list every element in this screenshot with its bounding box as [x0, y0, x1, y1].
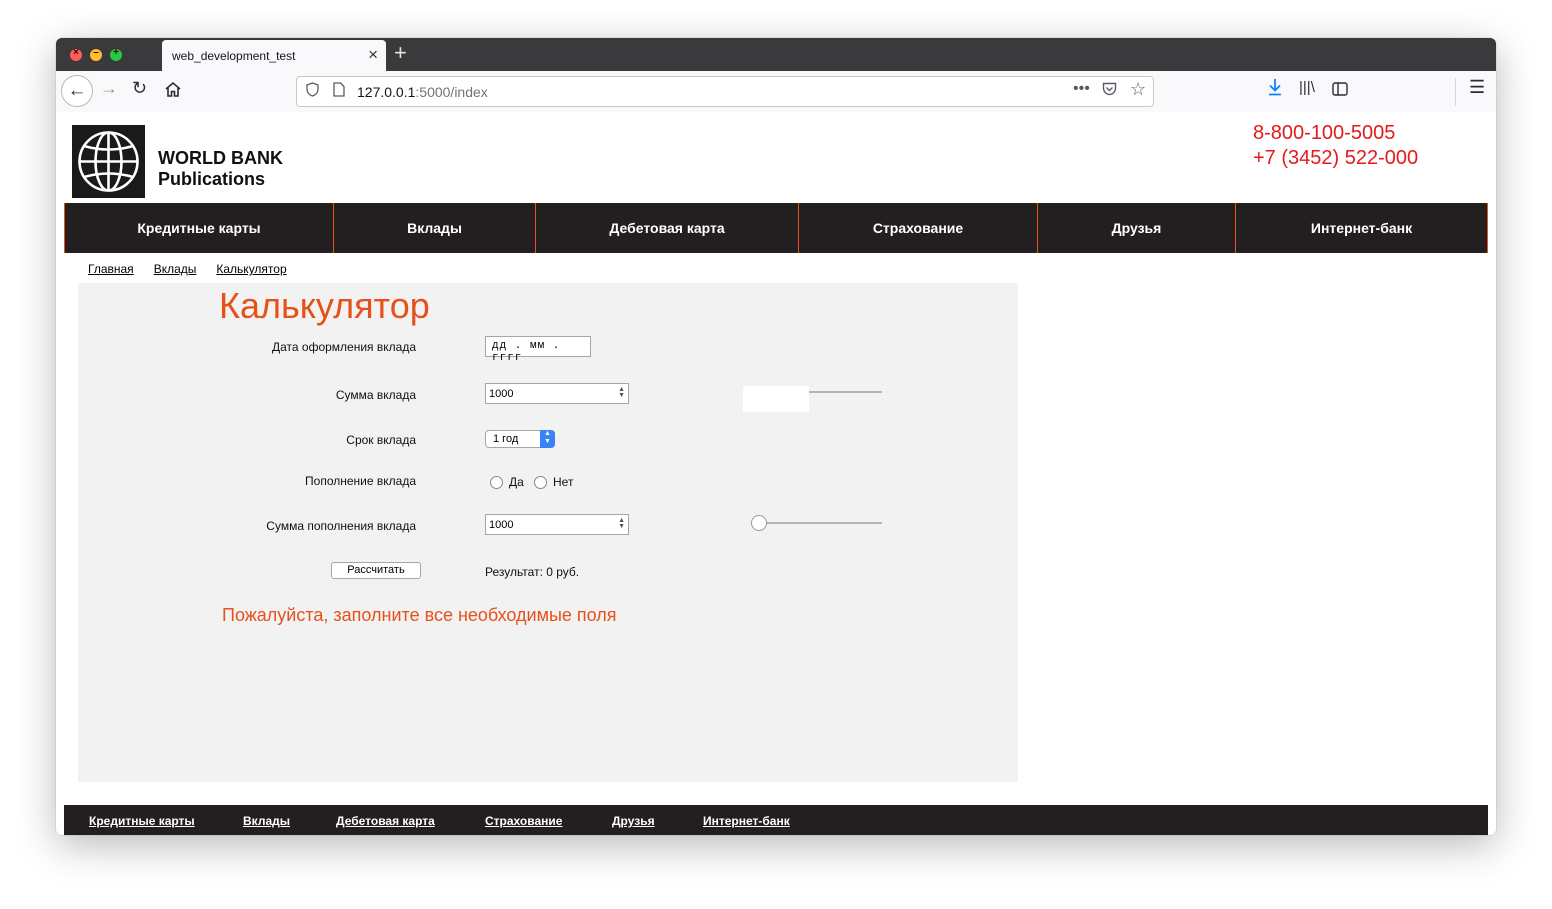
topup-amount-stepper-icon[interactable]: ▲ ▼: [618, 517, 625, 530]
date-label: Дата оформления вклада: [272, 340, 416, 354]
toolbar-divider: [1455, 78, 1456, 106]
footer-link-internet-bank[interactable]: Интернет-банк: [703, 814, 790, 828]
menu-icon[interactable]: ☰: [1469, 77, 1485, 98]
new-tab-icon[interactable]: +: [394, 40, 407, 66]
amount-stepper-icon[interactable]: ▲ ▼: [618, 386, 625, 399]
menu-item-debit-card[interactable]: Дебетовая карта: [535, 203, 798, 253]
breadcrumb-home[interactable]: Главная: [88, 262, 134, 276]
footer-link-debit-card[interactable]: Дебетовая карта: [336, 814, 435, 828]
browser-tab[interactable]: web_development_test ×: [162, 40, 386, 71]
library-icon[interactable]: |||\: [1299, 79, 1315, 96]
calculator-title: Калькулятор: [219, 285, 430, 326]
footer-link-credit-cards[interactable]: Кредитные карты: [89, 814, 195, 828]
url-host: 127.0.0.1: [357, 84, 416, 100]
menu-item-insurance[interactable]: Страхование: [798, 203, 1037, 253]
window-controls: × – +: [70, 47, 122, 61]
url-path: :5000/index: [415, 84, 488, 100]
amount-value: 1000: [489, 388, 514, 400]
term-value: 1 год: [493, 433, 519, 445]
tab-bar: × – + web_development_test × +: [56, 38, 1496, 71]
validation-warning: Пожалуйста, заполните все необходимые по…: [222, 605, 617, 625]
term-label: Срок вклада: [346, 433, 416, 447]
term-select[interactable]: 1 год ▲ ▼: [485, 430, 555, 448]
maximize-window-button[interactable]: +: [110, 47, 122, 61]
calculator-panel: Калькулятор Дата оформления вклада дд . …: [78, 283, 1018, 782]
result-text: Результат: 0 руб.: [485, 565, 580, 579]
page-icon: [333, 82, 345, 100]
footer-link-deposits[interactable]: Вклады: [243, 814, 290, 828]
world-bank-logo[interactable]: [72, 125, 145, 198]
phone-number-primary[interactable]: 8-800-100-5005: [1253, 122, 1395, 145]
download-icon[interactable]: [1267, 77, 1283, 102]
home-icon[interactable]: [164, 81, 182, 103]
breadcrumb-calculator[interactable]: Калькулятор: [216, 262, 286, 276]
footer-link-friends[interactable]: Друзья: [612, 814, 655, 828]
breadcrumb: Главная Вклады Калькулятор: [88, 262, 307, 276]
topup-no-radio[interactable]: [534, 476, 547, 489]
topup-yes-radio[interactable]: [490, 476, 503, 489]
tab-close-icon[interactable]: ×: [368, 45, 378, 65]
date-input[interactable]: дд . мм . гггг: [485, 336, 591, 364]
menu-item-internet-bank[interactable]: Интернет-банк: [1235, 203, 1488, 253]
browser-window: × – + web_development_test × + ← → ↻ 127…: [56, 38, 1496, 835]
topup-slider-track[interactable]: [751, 522, 882, 524]
topup-amount-label: Сумма пополнения вклада: [266, 519, 416, 533]
topup-yes-label[interactable]: Да: [509, 475, 524, 489]
tab-title: web_development_test: [172, 49, 296, 63]
bookmark-star-icon[interactable]: ☆: [1130, 79, 1146, 100]
brand-name: WORLD BANK: [158, 148, 283, 168]
main-menu: Кредитные карты Вклады Дебетовая карта С…: [64, 203, 1488, 253]
amount-label: Сумма вклада: [335, 388, 416, 402]
web-page: WORLD BANK Publications 8-800-100-5005 +…: [56, 112, 1496, 835]
breadcrumb-deposits[interactable]: Вклады: [154, 262, 197, 276]
menu-item-deposits[interactable]: Вклады: [333, 203, 535, 253]
menu-item-friends[interactable]: Друзья: [1037, 203, 1235, 253]
select-chevron-icon: ▲ ▼: [540, 430, 555, 448]
reload-icon[interactable]: ↻: [132, 78, 147, 99]
menu-item-credit-cards[interactable]: Кредитные карты: [64, 203, 333, 253]
topup-amount-input[interactable]: 1000 ▲ ▼: [485, 514, 629, 535]
back-icon[interactable]: ←: [61, 75, 93, 107]
footer-link-insurance[interactable]: Страхование: [485, 814, 562, 828]
minimize-window-button[interactable]: –: [90, 47, 102, 61]
more-icon[interactable]: •••: [1073, 80, 1090, 98]
shield-icon[interactable]: [306, 82, 319, 100]
url-text[interactable]: 127.0.0.1:5000/index: [357, 84, 488, 100]
pocket-icon[interactable]: [1102, 82, 1117, 99]
topup-no-label[interactable]: Нет: [553, 475, 573, 489]
forward-icon[interactable]: →: [100, 78, 118, 99]
close-window-button[interactable]: ×: [70, 47, 82, 61]
calculate-button[interactable]: Рассчитать: [331, 562, 421, 579]
sidebar-icon[interactable]: [1332, 80, 1348, 101]
amount-slider-overlay: [743, 386, 809, 412]
address-bar[interactable]: 127.0.0.1:5000/index ••• ☆: [296, 76, 1154, 107]
brand-subtitle: Publications: [158, 169, 266, 189]
navigation-bar: ← → ↻ 127.0.0.1:5000/index ••• ☆ |||\ ☰: [56, 71, 1496, 113]
amount-input[interactable]: 1000 ▲ ▼: [485, 383, 629, 404]
topup-slider-thumb[interactable]: [751, 515, 767, 531]
phone-number-secondary[interactable]: +7 (3452) 522-000: [1253, 147, 1418, 170]
footer-menu: Кредитные карты Вклады Дебетовая карта С…: [64, 805, 1488, 835]
topup-label: Пополнение вклада: [305, 474, 416, 488]
topup-amount-value: 1000: [489, 519, 514, 531]
